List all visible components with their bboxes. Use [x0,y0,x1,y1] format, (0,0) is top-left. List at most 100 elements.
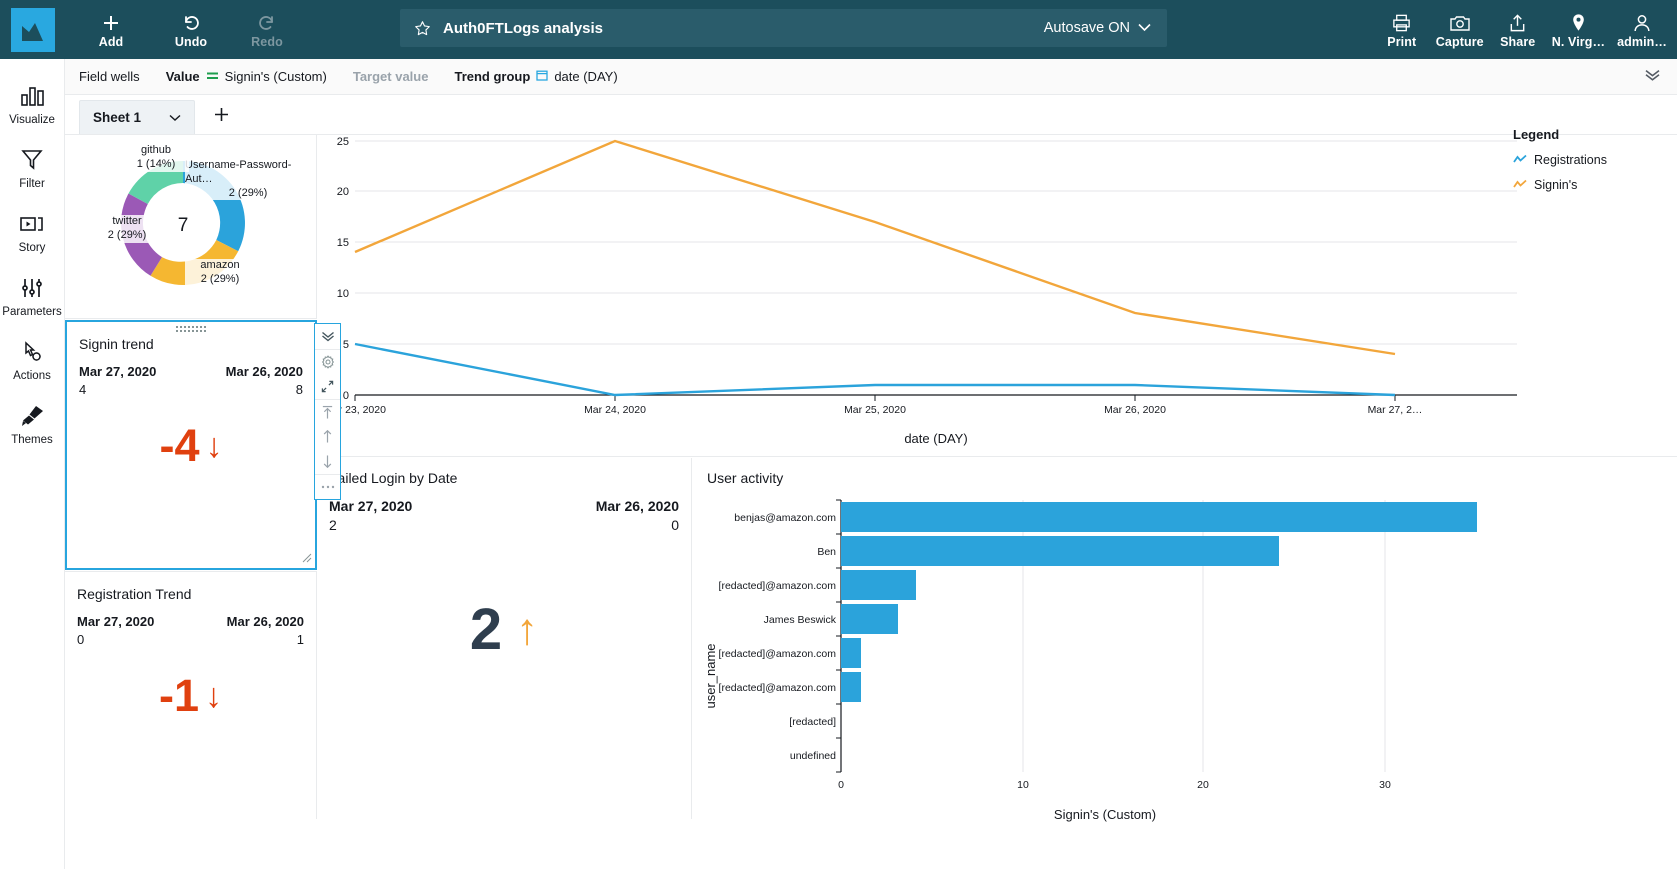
chevron-double-down-icon[interactable] [1644,69,1661,84]
failed-login-current-date: Mar 27, 2020 [329,498,413,514]
bar-chart-yaxis-title: user_name [703,643,718,708]
chevron-down-icon[interactable] [169,110,181,125]
user-avatar-icon [1632,11,1652,33]
donut-label-github-name: github [141,144,171,156]
sidebar-item-themes[interactable]: Themes [0,391,65,455]
autosave-toggle[interactable]: Autosave ON [1044,20,1151,36]
print-button[interactable]: Print [1374,0,1430,59]
sidebar-item-parameters[interactable]: Parameters [0,263,65,327]
svg-text:30: 30 [1379,779,1391,791]
region-label: N. Virg… [1551,34,1606,49]
donut-center-total: 7 [178,215,189,236]
add-button-label: Add [98,34,124,49]
sheet-tab-bar: Sheet 1 [65,95,1677,135]
story-slides-icon [19,210,45,238]
svg-text:Mar 26, 2020: Mar 26, 2020 [1104,404,1166,416]
quicksight-logo-icon[interactable] [11,7,55,52]
left-sidebar: Visualize Filter Story Parameters Action… [0,59,65,869]
legend-item-signins[interactable]: Signin's [1513,178,1663,192]
line-chart[interactable]: 25 20 15 10 5 0 Mar 23, 2020 Mar 24, 202… [317,135,1677,457]
field-well-trend[interactable]: Trend group date (DAY) [454,69,617,84]
failed-login-comparison: Mar 27, 2020 2 Mar 26, 2020 0 [329,498,679,533]
donut-label-username-password-value: 2 (29%) [228,186,268,199]
add-button[interactable]: Add [83,0,139,59]
field-well-value[interactable]: Value Signin's (Custom) [166,69,327,84]
redo-button-label: Redo [251,34,283,49]
donut-label-username-password: Username-Password-Aut… 2 (29%) [185,159,311,201]
signins-registrations-line-panel[interactable]: 25 20 15 10 5 0 Mar 23, 2020 Mar 24, 202… [317,127,1677,457]
bar-chart-x-ticks: 0 10 20 30 [838,779,1391,791]
svg-text:10: 10 [337,288,349,300]
user-activity-bar-chart[interactable]: user_name benjas@amazon.com Ben [redacte… [693,486,1677,806]
donut-label-twitter-name: twitter [112,215,142,227]
signin-trend-previous: Mar 26, 2020 8 [226,364,303,397]
bar-row-5[interactable] [841,672,861,702]
signin-trend-kpi-panel[interactable]: Signin trend Mar 27, 2020 4 Mar 26, 2020… [65,320,317,570]
registration-trend-comparison: Mar 27, 2020 0 Mar 26, 2020 1 [77,614,304,647]
sidebar-item-actions[interactable]: Actions [0,327,65,391]
account-label: admin… [1617,34,1667,49]
redo-button[interactable]: Redo [239,0,295,59]
registration-trend-current-date: Mar 27, 2020 [77,614,155,629]
bar-row-4[interactable] [841,638,861,668]
signin-trend-current-value: 4 [79,382,87,397]
signin-trend-comparison: Mar 27, 2020 4 Mar 26, 2020 8 [79,364,303,397]
user-activity-panel[interactable]: User activity user_name benjas@amazon.co… [693,458,1677,822]
tab-sheet-1[interactable]: Sheet 1 [79,100,196,134]
maximize-icon[interactable] [315,374,340,399]
sidebar-item-story[interactable]: Story [0,199,65,263]
failed-login-title: Failed Login by Date [329,470,458,486]
move-to-top-icon[interactable] [315,399,340,424]
more-options-icon[interactable] [315,474,340,499]
user-activity-title: User activity [707,470,784,486]
sidebar-item-filter[interactable]: Filter [0,135,65,199]
signin-trend-previous-value: 8 [295,382,303,397]
bar-label-2: [redacted]@amazon.com [719,580,837,592]
bar-row-3[interactable] [841,604,898,634]
sidebar-label-parameters: Parameters [2,306,62,318]
tab-sheet-1-label: Sheet 1 [93,110,142,125]
visual-actions-toolbar [314,323,341,500]
sliders-icon [20,274,44,302]
line-series-icon [1513,178,1527,192]
svg-text:20: 20 [337,186,349,198]
bar-row-1[interactable] [841,536,1279,566]
failed-login-previous: Mar 26, 2020 0 [596,498,679,533]
sidebar-item-visualize[interactable]: Visualize [0,71,65,135]
svg-text:5: 5 [343,339,349,351]
bar-chart-category-labels: benjas@amazon.com Ben [redacted]@amazon.… [719,512,837,762]
registration-trend-current-value: 0 [77,632,85,647]
share-label: Share [1500,34,1536,49]
field-well-target[interactable]: Target value [353,69,429,84]
failed-login-kpi-panel[interactable]: Failed Login by Date Mar 27, 2020 2 Mar … [317,458,692,819]
gear-icon[interactable] [315,349,340,374]
registration-trend-kpi-panel[interactable]: Registration Trend Mar 27, 2020 0 Mar 26… [65,571,317,819]
capture-button[interactable]: Capture [1430,0,1490,59]
move-up-icon[interactable] [315,424,340,449]
legend-item-registrations[interactable]: Registrations [1513,153,1663,167]
auth-provider-donut-panel[interactable]: 7 Username-Password-Aut… 2 (29%) amazon … [65,135,317,319]
bar-row-0[interactable] [841,502,1477,532]
svg-text:15: 15 [337,237,349,249]
signin-trend-current: Mar 27, 2020 4 [79,364,156,397]
field-well-value-key: Value [165,69,200,84]
region-selector[interactable]: N. Virg… [1546,0,1611,59]
account-menu[interactable]: admin… [1611,0,1673,59]
bar-label-0: benjas@amazon.com [734,512,836,524]
failed-login-delta: 2 ↑ [317,601,691,659]
collapse-icon[interactable] [315,324,340,349]
resize-handle[interactable] [301,552,312,566]
undo-button[interactable]: Undo [163,0,219,59]
bar-row-2[interactable] [841,570,916,600]
bar-label-4: [redacted]@amazon.com [719,648,837,660]
move-down-icon[interactable] [315,449,340,474]
add-sheet-button[interactable] [213,106,230,128]
x-axis-ticks: Mar 23, 2020 Mar 24, 2020 Mar 25, 2020 M… [324,404,1422,416]
star-outline-icon[interactable] [414,20,431,37]
line-chart-legend: Legend Registrations Signin's [1513,127,1663,192]
sidebar-label-story: Story [18,242,46,254]
drag-handle[interactable] [176,326,206,332]
share-button[interactable]: Share [1490,0,1546,59]
donut-label-github: github 1 (14%) [123,144,189,172]
analysis-title[interactable]: Auth0FTLogs analysis [443,20,603,37]
